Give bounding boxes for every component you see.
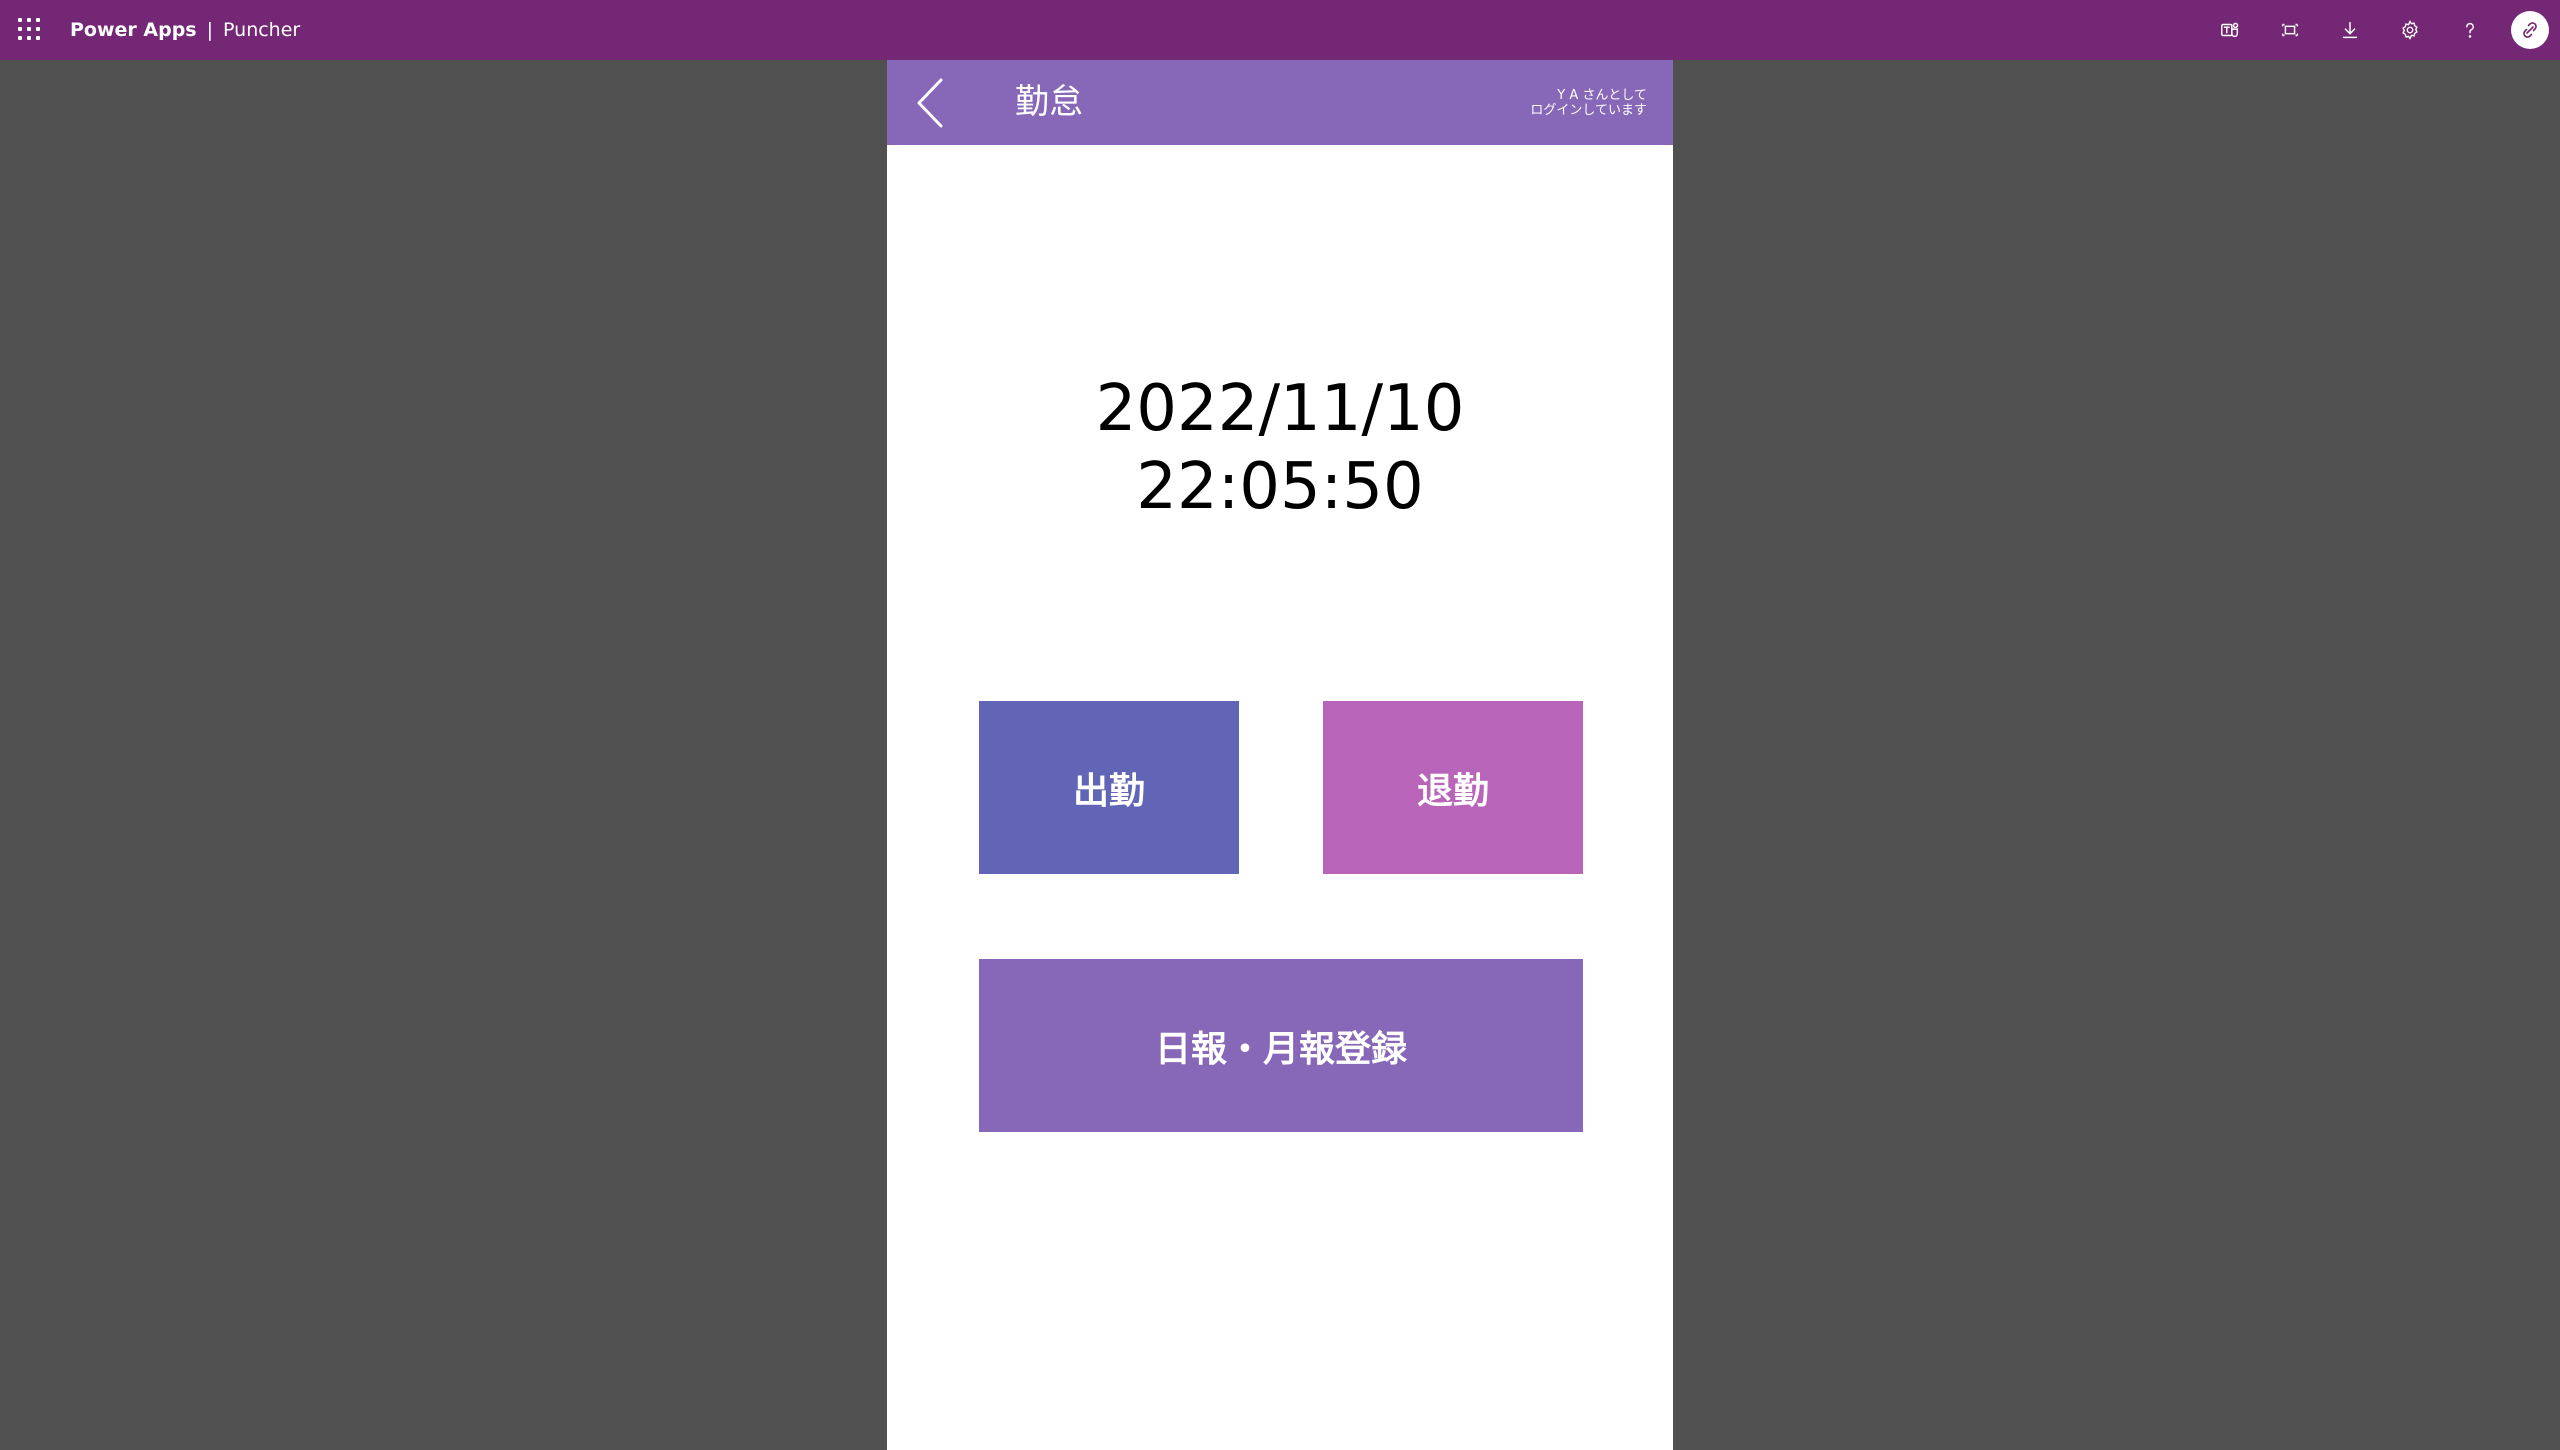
top-actions (2200, 0, 2560, 60)
app-header: 勤怠 Y A さんとして ログインしています (887, 60, 1673, 145)
app-launcher-icon[interactable] (18, 18, 40, 40)
help-icon[interactable] (2440, 0, 2500, 60)
teams-icon[interactable] (2200, 0, 2260, 60)
login-status-line1: Y A さんとして (1557, 88, 1647, 103)
avatar[interactable] (2511, 11, 2549, 49)
chevron-left-icon (917, 78, 943, 128)
clock-out-button[interactable]: 退勤 (1323, 701, 1583, 874)
app-canvas: 勤怠 Y A さんとして ログインしています 2022/11/10 22:05:… (887, 60, 1673, 1450)
fullscreen-icon[interactable] (2260, 0, 2320, 60)
current-time: 22:05:50 (1136, 450, 1424, 524)
page-title: 勤怠 (1015, 82, 1083, 122)
download-icon[interactable] (2320, 0, 2380, 60)
login-status-line2: ログインしています (1530, 103, 1647, 118)
back-button[interactable] (909, 76, 953, 130)
top-bar: Power Apps | Puncher (0, 0, 2560, 60)
brand: Power Apps | Puncher (70, 0, 300, 60)
report-button[interactable]: 日報・月報登録 (979, 959, 1583, 1132)
login-status: Y A さんとして ログインしています (1530, 88, 1647, 118)
app-name: Puncher (223, 19, 301, 41)
gear-icon[interactable] (2380, 0, 2440, 60)
current-date: 2022/11/10 (1095, 372, 1465, 446)
brand-separator: | (206, 19, 214, 41)
brand-name: Power Apps (70, 19, 197, 41)
clock-in-button[interactable]: 出勤 (979, 701, 1239, 874)
clock-display: 2022/11/10 22:05:50 (887, 370, 1673, 526)
